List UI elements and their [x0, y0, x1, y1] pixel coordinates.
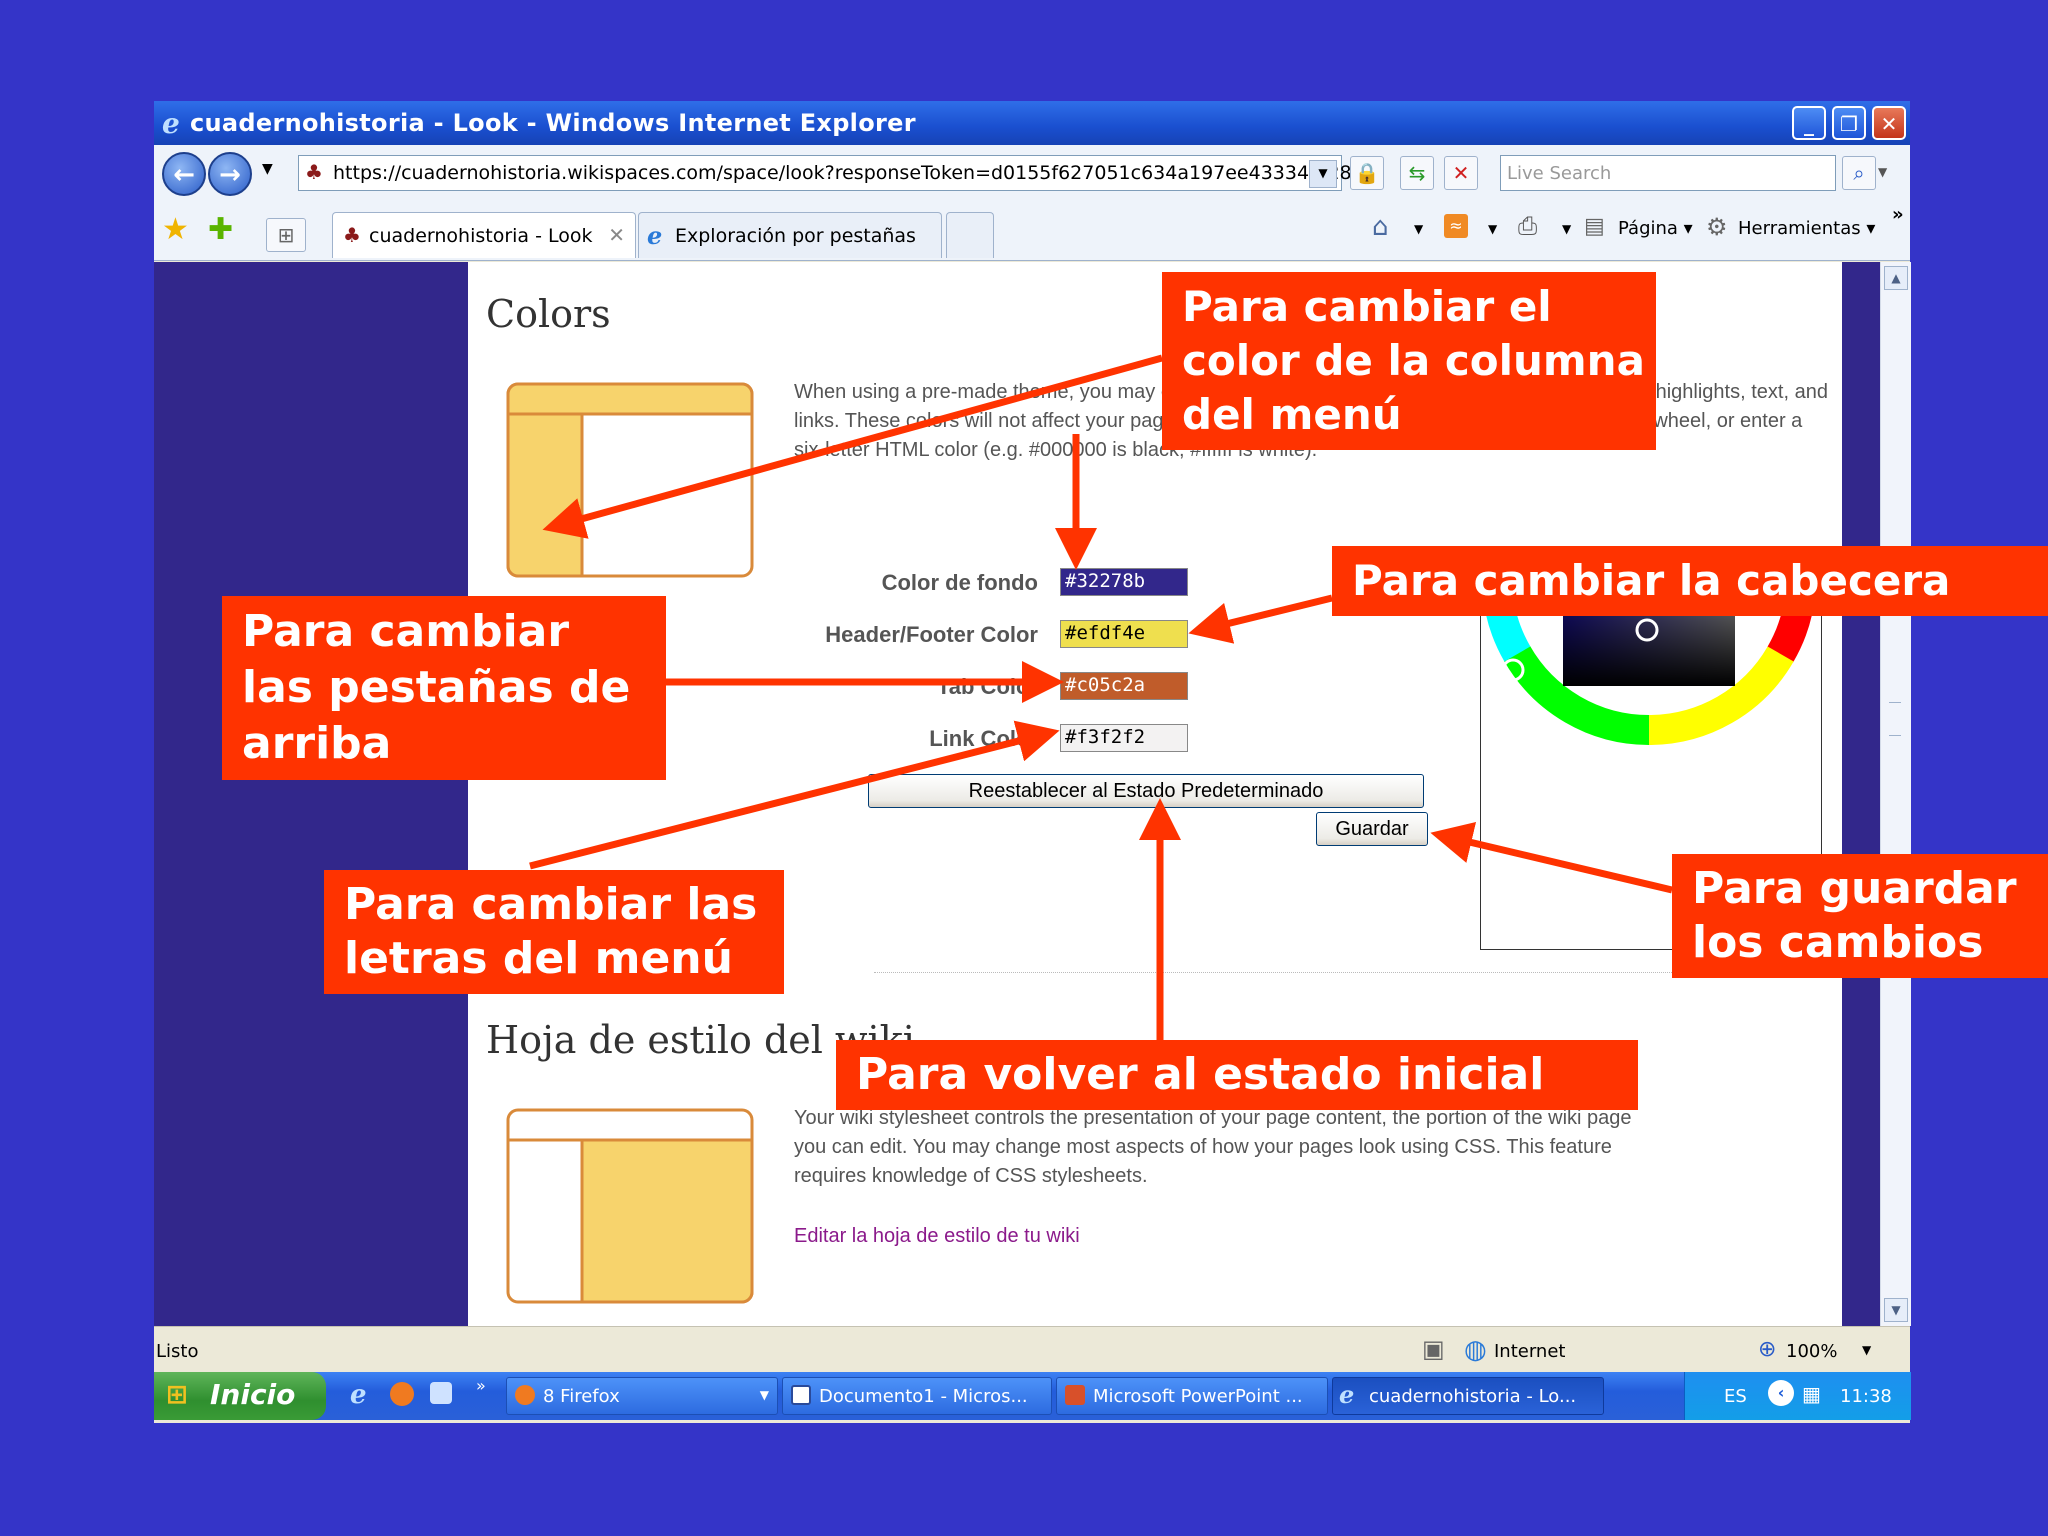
arrow-to-menu-column: [542, 354, 1163, 539]
callout-reset: Para volver al estado inicial: [836, 1040, 1638, 1110]
arrow-to-header-field: [1188, 594, 1333, 644]
callout-header: Para cambiar la cabecera: [1332, 546, 2048, 616]
callout-save: Para guardar los cambios: [1672, 854, 2048, 978]
callout-menu-letters: Para cambiar las letras del menú: [324, 870, 784, 994]
arrow-to-save-button: [1430, 822, 1673, 894]
callout-menu-column: Para cambiar el color de la columna del …: [1162, 272, 1656, 450]
callout-tabs: Para cambiar las pestañas de arriba: [222, 596, 666, 780]
